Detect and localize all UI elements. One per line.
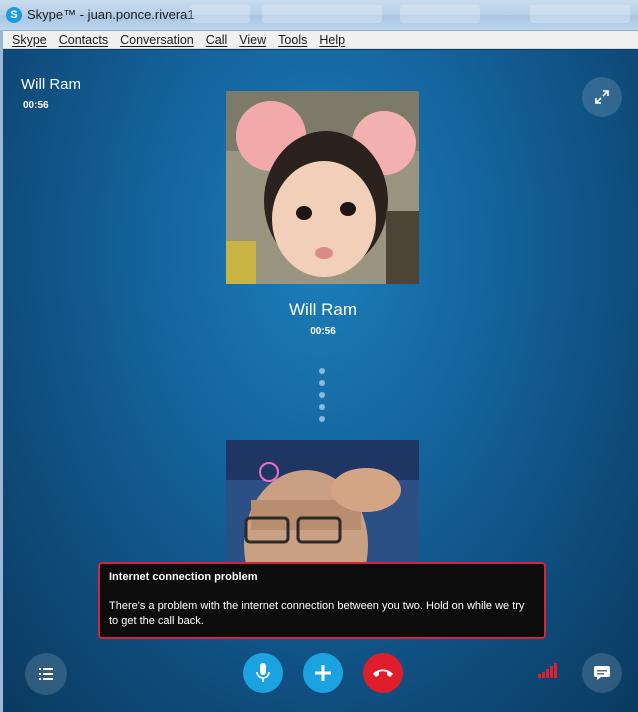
baby-photo (226, 91, 419, 284)
participant-name: Will Ram (289, 300, 357, 319)
menu-conversation[interactable]: Conversation (120, 33, 194, 47)
menu-view[interactable]: View (239, 33, 266, 47)
connection-dots (319, 368, 325, 428)
expand-icon (595, 90, 609, 104)
remote-avatar (226, 91, 419, 284)
add-participant-button[interactable] (303, 653, 343, 693)
menu-tools[interactable]: Tools (278, 33, 307, 47)
microphone-icon (256, 663, 270, 682)
taskbar-ghost (530, 5, 630, 23)
alert-message: There's a problem with the internet conn… (109, 600, 525, 627)
connection-dot (319, 404, 325, 410)
taskbar-ghost (400, 5, 480, 23)
call-panel: Will Ram 00:56 Will Ram 00:56 Internet c… (3, 50, 638, 712)
connection-dot (319, 380, 325, 386)
skype-logo-icon: S (6, 7, 22, 23)
connection-dot (319, 416, 325, 422)
end-call-button[interactable] (363, 653, 403, 693)
connection-alert: Internet connection problem There's a pr… (98, 562, 546, 639)
chat-icon (594, 666, 610, 680)
menu-contacts[interactable]: Contacts (59, 33, 108, 47)
taskbar-ghost (190, 5, 250, 23)
signal-strength-icon (538, 663, 557, 678)
participant-duration: 00:56 (310, 326, 336, 337)
taskbar-ghost (262, 5, 382, 23)
connection-dot (319, 368, 325, 374)
call-menu-button[interactable] (25, 653, 67, 695)
menu-call[interactable]: Call (206, 33, 228, 47)
mute-button[interactable] (243, 653, 283, 693)
menu-skype[interactable]: Skype (12, 33, 47, 47)
title-bar: S Skype™ - juan.ponce.rivera1 (0, 0, 638, 31)
window-title: Skype™ - juan.ponce.rivera1 (27, 7, 195, 22)
fullscreen-button[interactable] (582, 77, 622, 117)
plus-icon (315, 665, 331, 681)
menu-help[interactable]: Help (319, 33, 345, 47)
chat-button[interactable] (582, 653, 622, 693)
connection-dot (319, 392, 325, 398)
call-duration: 00:56 (23, 100, 49, 111)
list-icon (39, 668, 53, 680)
hang-up-icon (373, 669, 393, 677)
menu-bar: Skype Contacts Conversation Call View To… (0, 31, 638, 49)
contact-name: Will Ram (21, 76, 81, 93)
alert-title: Internet connection problem (109, 571, 258, 583)
